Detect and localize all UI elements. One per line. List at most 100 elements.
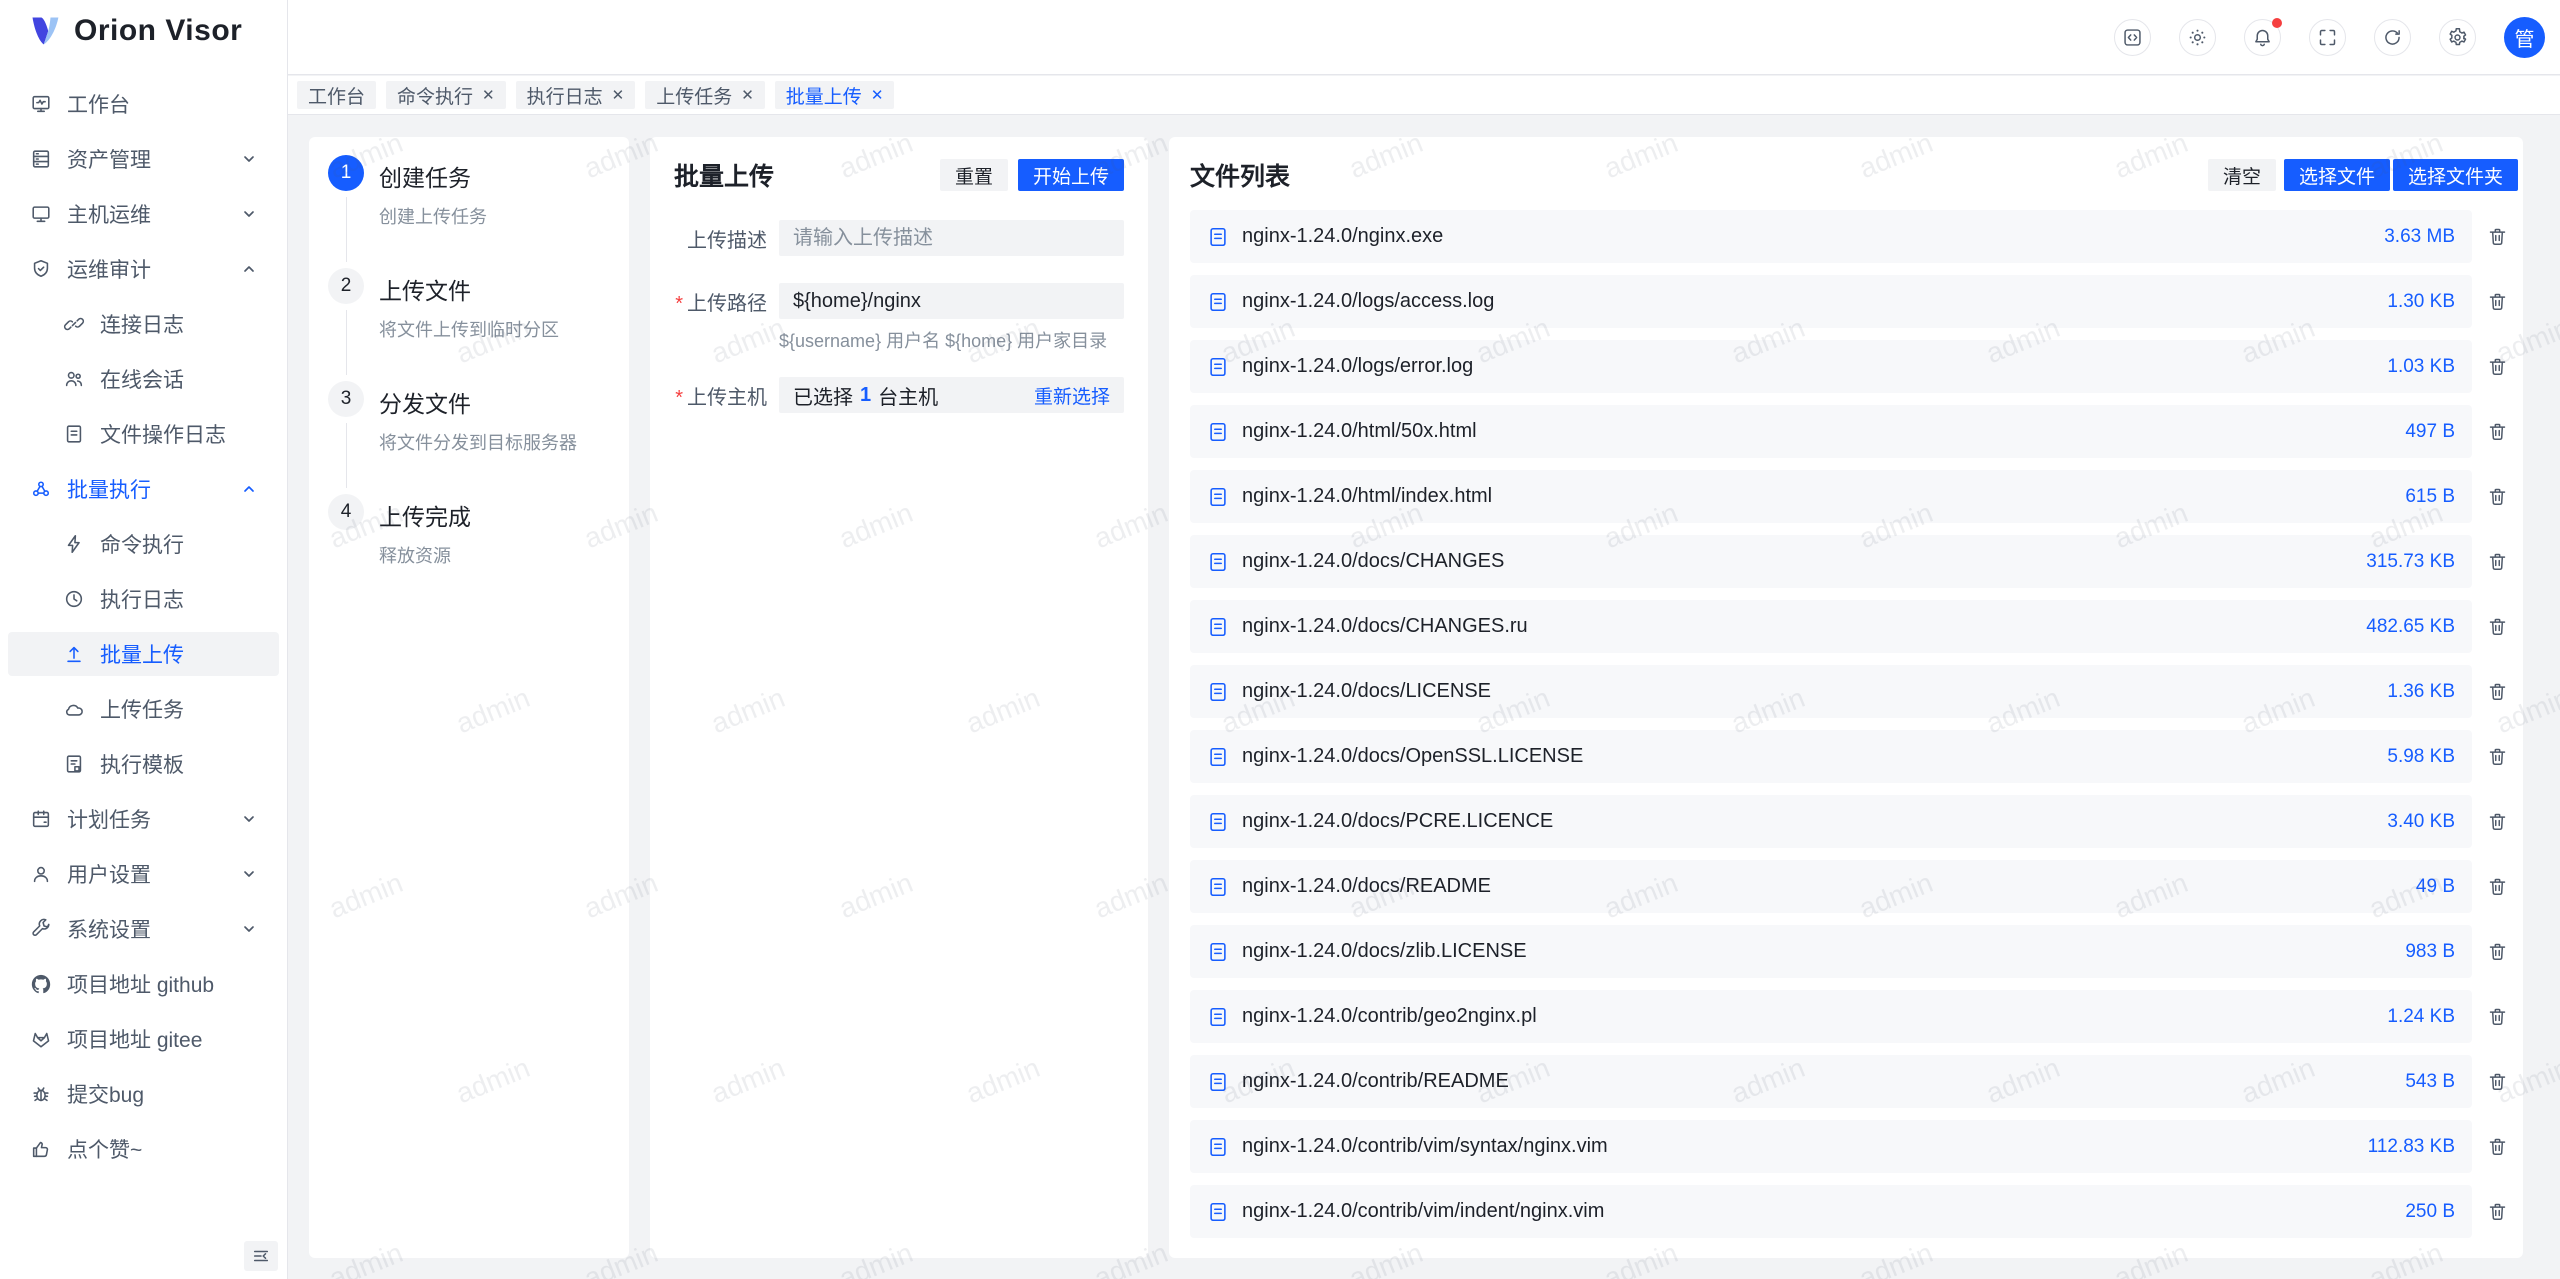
sidebar-item-batch-upload[interactable]: 批量上传 bbox=[8, 632, 279, 676]
delete-file-button[interactable] bbox=[2472, 1201, 2522, 1222]
sidebar-item-audit[interactable]: 运维审计 bbox=[8, 247, 279, 291]
step-upload-complete: 4 上传完成 释放资源 bbox=[309, 494, 629, 607]
sidebar-item-gitee[interactable]: 项目地址 gitee bbox=[8, 1017, 279, 1061]
sidebar-item-command-exec[interactable]: 命令执行 bbox=[8, 522, 279, 566]
asset-icon bbox=[30, 148, 52, 170]
sidebar-item-file-op-log[interactable]: 文件操作日志 bbox=[8, 412, 279, 456]
tab-batch-upload[interactable]: 批量上传 ✕ bbox=[775, 81, 895, 109]
file-item[interactable]: nginx-1.24.0/docs/LICENSE 1.36 KB bbox=[1190, 665, 2472, 718]
delete-file-button[interactable] bbox=[2472, 616, 2522, 637]
file-row: nginx-1.24.0/docs/CHANGES.ru 482.65 KB bbox=[1190, 600, 2523, 653]
file-item[interactable]: nginx-1.24.0/docs/zlib.LICENSE 983 B bbox=[1190, 925, 2472, 978]
upload-form-panel: 批量上传 重置 开始上传 上传描述 上传路径 ${username} 用户名 $… bbox=[650, 137, 1148, 1258]
delete-file-button[interactable] bbox=[2472, 1006, 2522, 1027]
sidebar-item-github[interactable]: 项目地址 github bbox=[8, 962, 279, 1006]
file-item[interactable]: nginx-1.24.0/docs/PCRE.LICENCE 3.40 KB bbox=[1190, 795, 2472, 848]
delete-file-button[interactable] bbox=[2472, 1071, 2522, 1092]
file-item[interactable]: nginx-1.24.0/contrib/vim/syntax/nginx.vi… bbox=[1190, 1120, 2472, 1173]
file-name: nginx-1.24.0/html/50x.html bbox=[1242, 420, 1477, 443]
sidebar-item-host-ops[interactable]: 主机运维 bbox=[8, 192, 279, 236]
upload-path-input[interactable] bbox=[779, 283, 1124, 319]
delete-file-button[interactable] bbox=[2472, 941, 2522, 962]
close-icon[interactable]: ✕ bbox=[871, 88, 884, 103]
clear-button[interactable]: 清空 bbox=[2208, 159, 2276, 191]
sidebar-item-assets[interactable]: 资产管理 bbox=[8, 137, 279, 181]
avatar[interactable]: 管 bbox=[2504, 17, 2545, 58]
tab-workbench[interactable]: 工作台 bbox=[297, 81, 376, 109]
select-file-button[interactable]: 选择文件 bbox=[2284, 159, 2390, 191]
file-item[interactable]: nginx-1.24.0/docs/OpenSSL.LICENSE 5.98 K… bbox=[1190, 730, 2472, 783]
fullscreen-button[interactable] bbox=[2309, 19, 2346, 56]
sidebar-item-user-settings[interactable]: 用户设置 bbox=[8, 852, 279, 896]
delete-file-button[interactable] bbox=[2472, 226, 2522, 247]
select-folder-button[interactable]: 选择文件夹 bbox=[2393, 159, 2518, 191]
close-icon[interactable]: ✕ bbox=[612, 88, 625, 103]
delete-file-button[interactable] bbox=[2472, 811, 2522, 832]
tab-upload-task[interactable]: 上传任务✕ bbox=[645, 81, 765, 109]
close-icon[interactable]: ✕ bbox=[482, 88, 495, 103]
bug-icon bbox=[30, 1083, 52, 1105]
file-icon bbox=[1207, 1071, 1229, 1093]
start-upload-button[interactable]: 开始上传 bbox=[1018, 159, 1124, 191]
delete-file-button[interactable] bbox=[2472, 421, 2522, 442]
file-item[interactable]: nginx-1.24.0/docs/CHANGES 315.73 KB bbox=[1190, 535, 2472, 588]
sidebar-item-exec-log[interactable]: 执行日志 bbox=[8, 577, 279, 621]
sidebar-item-exec-template[interactable]: 执行模板 bbox=[8, 742, 279, 786]
tab-label: 工作台 bbox=[308, 82, 365, 109]
sidebar-item-label: 主机运维 bbox=[67, 199, 151, 229]
tab-command-exec[interactable]: 命令执行✕ bbox=[386, 81, 506, 109]
chevron-down-icon bbox=[241, 206, 257, 222]
refresh-button[interactable] bbox=[2374, 19, 2411, 56]
sidebar-item-system-settings[interactable]: 系统设置 bbox=[8, 907, 279, 951]
sidebar-item-label: 计划任务 bbox=[67, 804, 151, 834]
sidebar-item-bug[interactable]: 提交bug bbox=[8, 1072, 279, 1116]
tab-exec-log[interactable]: 执行日志 ✕ bbox=[516, 81, 636, 109]
tab-label: 批量上传 bbox=[786, 82, 862, 109]
sidebar-item-connect-log[interactable]: 连接日志 bbox=[8, 302, 279, 346]
sidebar-item-online-session[interactable]: 在线会话 bbox=[8, 357, 279, 401]
upload-path-row: 上传路径 bbox=[674, 283, 1124, 319]
file-item[interactable]: nginx-1.24.0/contrib/vim/indent/nginx.vi… bbox=[1190, 1185, 2472, 1238]
file-item[interactable]: nginx-1.24.0/contrib/geo2nginx.pl 1.24 K… bbox=[1190, 990, 2472, 1043]
step-number: 2 bbox=[328, 268, 364, 304]
file-icon bbox=[1207, 876, 1229, 898]
upload-desc-input[interactable] bbox=[779, 220, 1124, 256]
file-icon bbox=[1207, 1201, 1229, 1223]
delete-file-button[interactable] bbox=[2472, 1136, 2522, 1157]
sidebar-item-scheduled-task[interactable]: 计划任务 bbox=[8, 797, 279, 841]
upload-host-row: 上传主机 已选择 1 台主机 重新选择 bbox=[674, 377, 1124, 413]
delete-file-button[interactable] bbox=[2472, 291, 2522, 312]
file-size: 49 B bbox=[2416, 876, 2455, 898]
sidebar-item-batch-exec[interactable]: 批量执行 bbox=[8, 467, 279, 511]
theme-button[interactable] bbox=[2179, 19, 2216, 56]
file-item[interactable]: nginx-1.24.0/html/50x.html 497 B bbox=[1190, 405, 2472, 458]
settings-button[interactable] bbox=[2439, 19, 2476, 56]
delete-file-button[interactable] bbox=[2472, 746, 2522, 767]
reselect-hosts-link[interactable]: 重新选择 bbox=[1034, 382, 1110, 409]
file-icon bbox=[1207, 551, 1229, 573]
file-item[interactable]: nginx-1.24.0/html/index.html 615 B bbox=[1190, 470, 2472, 523]
close-icon[interactable]: ✕ bbox=[741, 88, 754, 103]
notifications-button[interactable] bbox=[2244, 19, 2281, 56]
delete-file-button[interactable] bbox=[2472, 356, 2522, 377]
host-selection-field[interactable]: 已选择 1 台主机 重新选择 bbox=[779, 377, 1124, 413]
code-button[interactable] bbox=[2114, 19, 2151, 56]
delete-file-button[interactable] bbox=[2472, 681, 2522, 702]
file-item[interactable]: nginx-1.24.0/logs/access.log 1.30 KB bbox=[1190, 275, 2472, 328]
file-item[interactable]: nginx-1.24.0/nginx.exe 3.63 MB bbox=[1190, 210, 2472, 263]
sidebar-collapse-button[interactable] bbox=[244, 1241, 278, 1271]
file-item[interactable]: nginx-1.24.0/logs/error.log 1.03 KB bbox=[1190, 340, 2472, 393]
sidebar-item-like[interactable]: 点个赞~ bbox=[8, 1127, 279, 1171]
delete-file-button[interactable] bbox=[2472, 551, 2522, 572]
file-item[interactable]: nginx-1.24.0/docs/CHANGES.ru 482.65 KB bbox=[1190, 600, 2472, 653]
delete-file-button[interactable] bbox=[2472, 486, 2522, 507]
tab-label: 执行日志 bbox=[527, 82, 603, 109]
file-item[interactable]: nginx-1.24.0/docs/README 49 B bbox=[1190, 860, 2472, 913]
form-title: 批量上传 bbox=[674, 157, 774, 193]
file-item[interactable]: nginx-1.24.0/contrib/README 543 B bbox=[1190, 1055, 2472, 1108]
delete-file-button[interactable] bbox=[2472, 876, 2522, 897]
sidebar-item-upload-task[interactable]: 上传任务 bbox=[8, 687, 279, 731]
file-row: nginx-1.24.0/logs/error.log 1.03 KB bbox=[1190, 340, 2523, 393]
reset-button[interactable]: 重置 bbox=[940, 159, 1008, 191]
sidebar-item-workbench[interactable]: 工作台 bbox=[8, 82, 279, 126]
